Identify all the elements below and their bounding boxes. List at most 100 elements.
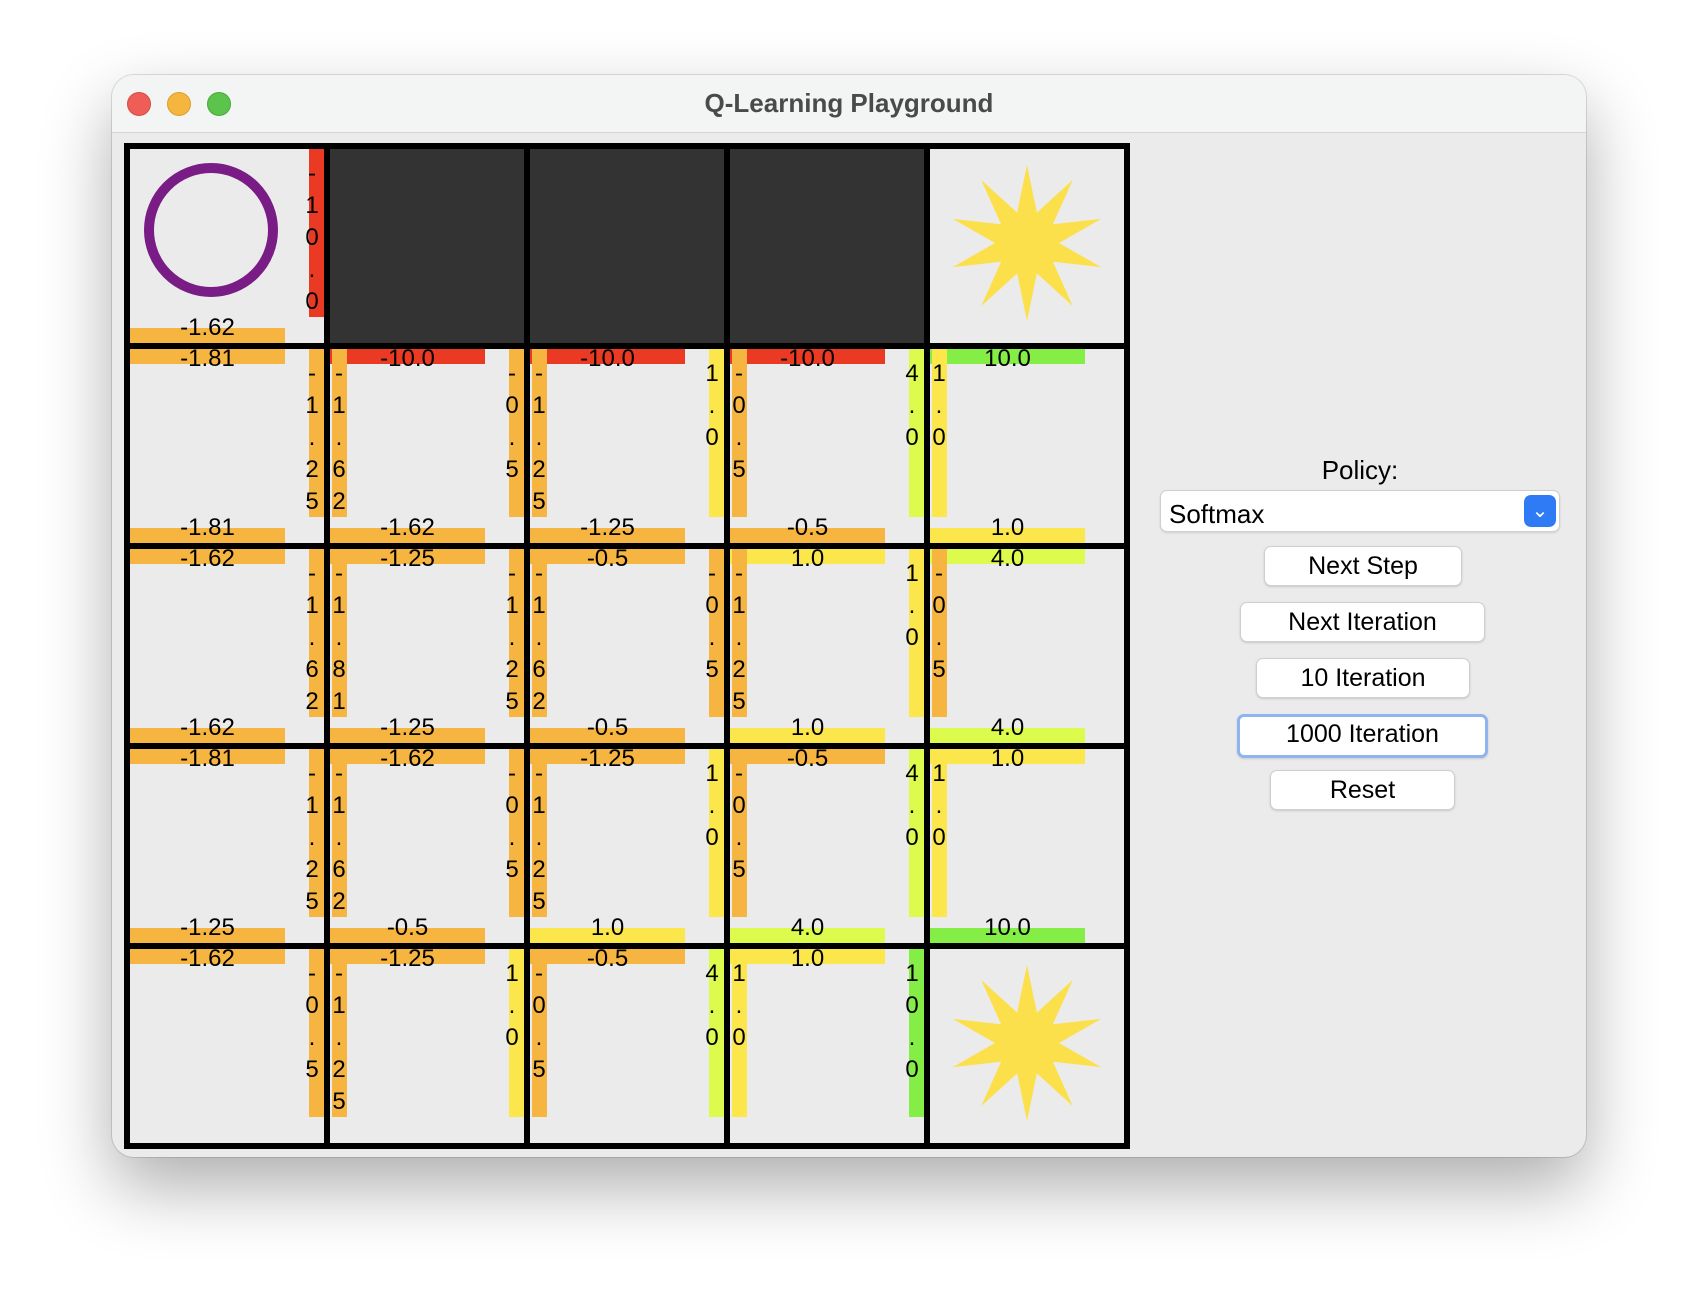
q-value-left: 1 . 0 bbox=[932, 360, 946, 451]
window-title: Q-Learning Playground bbox=[704, 88, 994, 118]
grid-cell bbox=[127, 946, 327, 1146]
q-value-down: 10.0 bbox=[984, 914, 1031, 941]
grid-line-vertical bbox=[524, 143, 530, 1149]
wall-cell bbox=[530, 149, 724, 343]
star-goal-icon bbox=[952, 965, 1102, 1121]
app-window: Q-Learning Playground -1.62 - 1 0 . 0 -1.8… bbox=[112, 75, 1586, 1157]
q-value-down: -1.25 bbox=[580, 514, 635, 541]
q-value-down: -1.62 bbox=[180, 714, 235, 741]
grid-line-horizontal bbox=[124, 543, 1130, 549]
grid-line-vertical bbox=[924, 143, 930, 1149]
next-iteration-button[interactable]: Next Iteration bbox=[1240, 602, 1485, 642]
grid-line-horizontal bbox=[124, 343, 1130, 349]
q-value-right: 4 . 0 bbox=[905, 760, 919, 851]
grid-cell bbox=[527, 946, 727, 1146]
q-value-up: 1.0 bbox=[790, 945, 825, 972]
reset-button[interactable]: Reset bbox=[1270, 770, 1455, 810]
q-value-down: 1.0 bbox=[590, 914, 625, 941]
q-value-left: 1 . 0 bbox=[932, 760, 946, 851]
q-value-up: -1.81 bbox=[180, 745, 235, 772]
star-goal-icon bbox=[952, 165, 1102, 321]
q-value-down: -1.25 bbox=[180, 914, 235, 941]
q-value-up: 10.0 bbox=[984, 345, 1031, 372]
grid-line-horizontal bbox=[124, 743, 1130, 749]
grid-line-vertical bbox=[1124, 143, 1130, 1149]
q-value-down: -1.25 bbox=[380, 714, 435, 741]
q-value-right: 1 . 0 bbox=[705, 360, 719, 451]
q-value-left: - 0 . 5 bbox=[532, 960, 546, 1083]
grid-line-horizontal bbox=[124, 143, 1130, 149]
policy-label: Policy: bbox=[1321, 455, 1399, 485]
q-value-down: 4.0 bbox=[990, 714, 1025, 741]
grid-line-vertical bbox=[724, 143, 730, 1149]
q-value-left: - 1 . 6 2 bbox=[332, 760, 346, 915]
next-step-button[interactable]: Next Step bbox=[1264, 546, 1462, 586]
q-value-right: - 0 . 5 bbox=[505, 760, 519, 883]
q-value-right: - 0 . 5 bbox=[505, 360, 519, 483]
policy-select[interactable]: Softmax ⌄ bbox=[1160, 490, 1560, 532]
q-value-up: -1.81 bbox=[180, 345, 235, 372]
wall-cell bbox=[730, 149, 924, 343]
q-value-down: 1.0 bbox=[990, 514, 1025, 541]
q-grid: -1.62 - 1 0 . 0 -1.81 -1.81 - 1 . 2 5 -10.0 -1… bbox=[124, 143, 1130, 1149]
q-value-left: - 0 . 5 bbox=[732, 360, 746, 483]
q-value-down: 1.0 bbox=[790, 714, 825, 741]
q-value-left: - 1 . 2 5 bbox=[332, 960, 346, 1115]
star-shape bbox=[952, 165, 1102, 321]
q-value-up: 1.0 bbox=[990, 745, 1025, 772]
agent-ring-icon bbox=[144, 163, 278, 297]
q-value-left: - 1 . 2 5 bbox=[532, 760, 546, 915]
q-value-right: - 0 . 5 bbox=[705, 560, 719, 683]
q-value-right: - 1 . 6 2 bbox=[305, 560, 319, 715]
q-value-up: -1.62 bbox=[180, 945, 235, 972]
q-value-up: -1.25 bbox=[380, 945, 435, 972]
wall-cell bbox=[330, 149, 524, 343]
q-value-up: -0.5 bbox=[586, 545, 629, 572]
grid-cell bbox=[727, 946, 927, 1146]
q-value-left: - 1 . 2 5 bbox=[732, 560, 746, 715]
q-value-right: - 1 . 2 5 bbox=[305, 760, 319, 915]
q-value-up: -1.25 bbox=[580, 745, 635, 772]
q-value-up: -0.5 bbox=[586, 945, 629, 972]
q-value-up: -10.0 bbox=[580, 345, 635, 372]
title-bar: Q-Learning Playground bbox=[112, 75, 1586, 133]
q-value-down: -0.5 bbox=[786, 514, 829, 541]
q-value-up: -1.62 bbox=[380, 745, 435, 772]
q-value-left: - 1 . 2 5 bbox=[532, 360, 546, 515]
q-value-left: - 1 . 6 2 bbox=[532, 560, 546, 715]
q-value-right: - 1 . 2 5 bbox=[505, 560, 519, 715]
q-value-down: -1.62 bbox=[380, 514, 435, 541]
q-value-left: 1 . 0 bbox=[732, 960, 746, 1051]
q-value-up: -10.0 bbox=[380, 345, 435, 372]
grid-line-vertical bbox=[324, 143, 330, 1149]
chevron-down-icon[interactable]: ⌄ bbox=[1524, 495, 1556, 527]
q-value-right: 1 . 0 bbox=[505, 960, 519, 1051]
q-value-up: -0.5 bbox=[786, 745, 829, 772]
q-value-right: 4 . 0 bbox=[905, 360, 919, 451]
q-value-up: 1.0 bbox=[790, 545, 825, 572]
q-value-right: - 1 0 . 0 bbox=[305, 160, 319, 315]
grid-line-horizontal bbox=[124, 943, 1130, 949]
q-value-right: 1 . 0 bbox=[905, 560, 919, 651]
q-value-up: -10.0 bbox=[780, 345, 835, 372]
q-value-up: 4.0 bbox=[990, 545, 1025, 572]
q-value-down: 4.0 bbox=[790, 914, 825, 941]
ten-iteration-button[interactable]: 10 Iteration bbox=[1256, 658, 1470, 698]
q-value-left: - 1 . 8 1 bbox=[332, 560, 346, 715]
q-value-down: -1.81 bbox=[180, 514, 235, 541]
grid-cell bbox=[327, 946, 527, 1146]
star-shape bbox=[952, 965, 1102, 1121]
q-value-left: - 0 . 5 bbox=[932, 560, 946, 683]
q-value-down: -0.5 bbox=[586, 714, 629, 741]
grid-line-horizontal bbox=[124, 1143, 1130, 1149]
thousand-iteration-button[interactable]: 1000 Iteration bbox=[1237, 714, 1488, 758]
q-value-right: 1 0 . 0 bbox=[905, 960, 919, 1083]
q-value-left: - 0 . 5 bbox=[732, 760, 746, 883]
grid-line-vertical bbox=[124, 143, 130, 1149]
q-value-right: - 1 . 2 5 bbox=[305, 360, 319, 515]
q-value-up: -1.25 bbox=[380, 545, 435, 572]
q-value-right: 1 . 0 bbox=[705, 760, 719, 851]
q-value-left: - 1 . 6 2 bbox=[332, 360, 346, 515]
q-value-down: -1.62 bbox=[180, 314, 235, 341]
q-value-up: -1.62 bbox=[180, 545, 235, 572]
